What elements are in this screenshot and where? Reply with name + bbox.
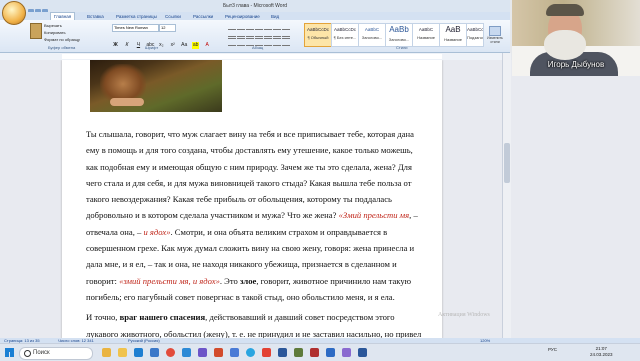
edge-icon[interactable] [134, 348, 143, 357]
tab-mailings[interactable]: Рассылки [190, 13, 216, 20]
zoom-app-icon[interactable] [230, 348, 239, 357]
mail-icon[interactable] [150, 348, 159, 357]
vertical-scrollbar[interactable] [502, 53, 511, 339]
activation-watermark: Активация Windows [438, 312, 490, 318]
app-icon[interactable] [198, 348, 207, 357]
app2-icon[interactable] [294, 348, 303, 357]
windows-start-icon[interactable] [5, 348, 14, 357]
ribbon: Вырезать Копировать Формат по образцу Бу… [0, 20, 510, 53]
webcam-overlay: Игорь Дыбунов [512, 0, 640, 76]
office-icon[interactable] [214, 348, 223, 357]
style-heading-2[interactable]: AaBb Заголово... [385, 23, 413, 47]
style-subtitle[interactable]: AaB Название [439, 23, 467, 47]
superscript-button[interactable]: x² [169, 42, 176, 49]
word-window-icon[interactable] [358, 348, 367, 357]
tab-view[interactable]: Вид [268, 13, 282, 20]
telegram-icon[interactable] [246, 348, 255, 357]
paragraph-1: Ты слышала, говорит, что муж слагает вин… [86, 129, 418, 302]
font-group-label: Шрифт [145, 45, 159, 50]
clipboard-group-label: Буфер обмена [48, 45, 76, 50]
shading-button[interactable] [273, 38, 281, 46]
font-size-select[interactable]: 12 [159, 24, 176, 32]
tab-insert[interactable]: Вставка [84, 13, 107, 20]
quote-serpent-2: «змий прельсти мя, и ядох» [119, 275, 220, 286]
task-view-icon[interactable] [102, 348, 111, 357]
bold-enemy: враг нашего спасения [119, 312, 206, 323]
taskbar-search[interactable]: Поиск [19, 347, 93, 360]
align-left-button[interactable] [228, 38, 236, 46]
style-title[interactable]: AaBbC Название [412, 23, 440, 47]
borders-button[interactable] [282, 38, 290, 46]
document-page[interactable]: Ты слышала, говорит, что муж слагает вин… [62, 60, 442, 339]
style-no-spacing[interactable]: AaBbCcDc ¶ Без инте... [331, 23, 359, 47]
italic-button[interactable]: К [123, 42, 130, 49]
paragraph-2: И точно, враг нашего спасения, действова… [86, 312, 422, 339]
tab-home[interactable]: Главная [50, 12, 76, 20]
title-bar: Быт3 глава - Microsoft Word [0, 0, 510, 12]
format-buttons: Ж К Ч abc x₂ x² Aa ab A [112, 33, 211, 49]
line-spacing-button[interactable] [264, 38, 272, 46]
subscript-button[interactable]: x₂ [158, 42, 165, 49]
window-title: Быт3 глава - Microsoft Word [222, 3, 288, 9]
cut-button[interactable]: Вырезать [44, 23, 62, 28]
font-color-button[interactable]: A [204, 42, 211, 49]
word-icon[interactable] [278, 348, 287, 357]
paragraph-group-label: Абзац [252, 45, 264, 50]
align-buttons [228, 33, 291, 46]
quote-serpent-1: «Змий прельсти мя [338, 210, 410, 221]
app5-icon[interactable] [342, 348, 351, 357]
scrollbar-thumb[interactable] [504, 143, 510, 183]
document-image [90, 60, 222, 112]
clipboard-icon [30, 23, 42, 39]
copy-button[interactable]: Копировать [44, 30, 66, 35]
search-icon [24, 350, 31, 357]
clock[interactable]: 21:07 24.03.2023 [590, 346, 613, 358]
tab-references[interactable]: Ссылки [162, 13, 184, 20]
document-area: Ты слышала, говорит, что муж слагает вин… [0, 60, 640, 339]
change-styles-button[interactable]: Изменить стили [484, 26, 506, 44]
list-buttons [228, 24, 291, 37]
format-painter-button[interactable]: Формат по образцу [44, 37, 80, 42]
align-center-button[interactable] [237, 38, 245, 46]
quote-i-ate: и ядох» [143, 226, 171, 237]
style-heading-1[interactable]: AaBbC Заголово... [358, 23, 386, 47]
tab-page-layout[interactable]: Разметка страницы [113, 13, 160, 20]
style-subtitle-2[interactable]: AaBbCcDcПодзагол... [466, 23, 484, 47]
yandex-icon[interactable] [262, 348, 271, 357]
store-icon[interactable] [182, 348, 191, 357]
clock-date: 24.03.2023 [590, 352, 613, 357]
taskbar: Поиск РУС 21:07 24.03.2023 [0, 343, 640, 361]
underline-button[interactable]: Ч [135, 42, 142, 49]
highlight-button[interactable]: ab [192, 42, 200, 49]
document-text[interactable]: Ты слышала, говорит, что муж слагает вин… [86, 126, 422, 339]
bold-evil: злое [239, 275, 257, 286]
change-case-button[interactable]: Aa [181, 42, 188, 49]
chrome-icon[interactable] [166, 348, 175, 357]
bold-button[interactable]: Ж [112, 42, 119, 49]
tab-review[interactable]: Рецензирование [222, 13, 263, 20]
change-styles-icon [489, 26, 501, 36]
file-explorer-icon[interactable] [118, 348, 127, 357]
font-family-select[interactable]: Times New Roman [112, 24, 159, 32]
app3-icon[interactable] [310, 348, 319, 357]
input-language[interactable]: РУС [548, 347, 557, 352]
app4-icon[interactable] [326, 348, 335, 357]
participant-name: Игорь Дыбунов [547, 60, 605, 69]
paste-button[interactable] [30, 23, 42, 39]
styles-group-label: Стили [396, 45, 408, 50]
ribbon-tabs: Главная Вставка Разметка страницы Ссылки… [0, 12, 510, 20]
office-button[interactable] [2, 1, 26, 25]
quick-access-toolbar [28, 2, 54, 15]
style-normal[interactable]: AaBbCcDc ¶ Обычный [304, 23, 332, 47]
